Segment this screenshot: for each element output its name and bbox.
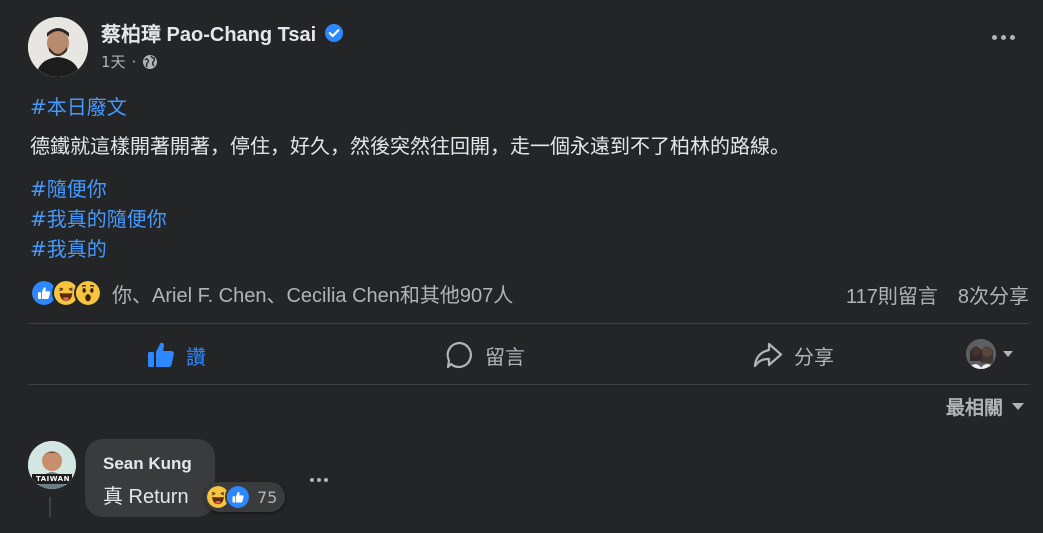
hashtag-3[interactable]: #我真的: [30, 233, 107, 262]
share-button[interactable]: 分享: [752, 335, 834, 375]
verified-badge-icon: [325, 23, 344, 42]
caret-down-icon: [1012, 403, 1024, 410]
comment-reaction-count: 75: [257, 487, 278, 507]
comment-label: 留言: [485, 344, 525, 369]
caret-down-icon: [1003, 351, 1013, 357]
dot: [324, 478, 328, 482]
share-label: 分享: [794, 344, 834, 369]
sort-label: 最相關: [945, 397, 1003, 419]
wow-icon: [74, 279, 102, 307]
like-button[interactable]: 讚: [146, 335, 206, 375]
thread-line: [49, 497, 51, 517]
dot: [1010, 35, 1015, 40]
globe-icon[interactable]: [142, 54, 158, 70]
dot: [310, 478, 314, 482]
share-count[interactable]: 8次分享: [958, 280, 1029, 309]
like-label: 讚: [186, 344, 206, 369]
separator-dot: ·: [131, 52, 137, 71]
post-timestamp[interactable]: 1天: [101, 51, 126, 72]
avatar-caption: TAIWAN: [36, 475, 70, 483]
comment-count[interactable]: 117則留言: [846, 280, 938, 309]
share-arrow-icon: [753, 342, 783, 368]
react-as-selector[interactable]: [966, 339, 1014, 369]
comment-text: 真 Return: [103, 486, 189, 508]
comment-options-button[interactable]: [310, 478, 328, 482]
divider: [28, 323, 1029, 324]
divider: [28, 384, 1029, 385]
commenter-avatar[interactable]: TAIWAN: [28, 441, 76, 489]
reactor-names[interactable]: 你、Ariel F. Chen、Cecilia Chen和其他907人: [112, 279, 513, 308]
commenter-name[interactable]: Sean Kung: [103, 454, 192, 474]
dot: [317, 478, 321, 482]
comment-button[interactable]: 留言: [445, 335, 525, 375]
hashtag-top[interactable]: #本日廢文: [30, 91, 127, 120]
comment-sort-dropdown[interactable]: 最相關: [946, 393, 1025, 420]
profile-thumbnail: [966, 339, 996, 369]
dot: [1001, 35, 1006, 40]
author-avatar[interactable]: [28, 17, 88, 77]
post-text: 德鐵就這樣開著開著，停住，好久，然後突然往回開，走一個永遠到不了柏林的路線。: [30, 134, 790, 158]
post-options-button[interactable]: [992, 35, 1015, 40]
comment-bubble-icon: [446, 341, 472, 369]
hashtag-1[interactable]: #隨便你: [30, 173, 107, 202]
thumbs-up-icon: [148, 342, 174, 367]
like-icon: [225, 484, 251, 510]
hashtag-2[interactable]: #我真的隨便你: [30, 203, 167, 232]
comment-reactions[interactable]: 75: [205, 482, 286, 512]
author-name[interactable]: 蔡柏璋 Pao-Chang Tsai: [101, 18, 316, 47]
dot: [992, 35, 997, 40]
reactions-summary[interactable]: 你、Ariel F. Chen、Cecilia Chen和其他907人: [30, 278, 513, 308]
